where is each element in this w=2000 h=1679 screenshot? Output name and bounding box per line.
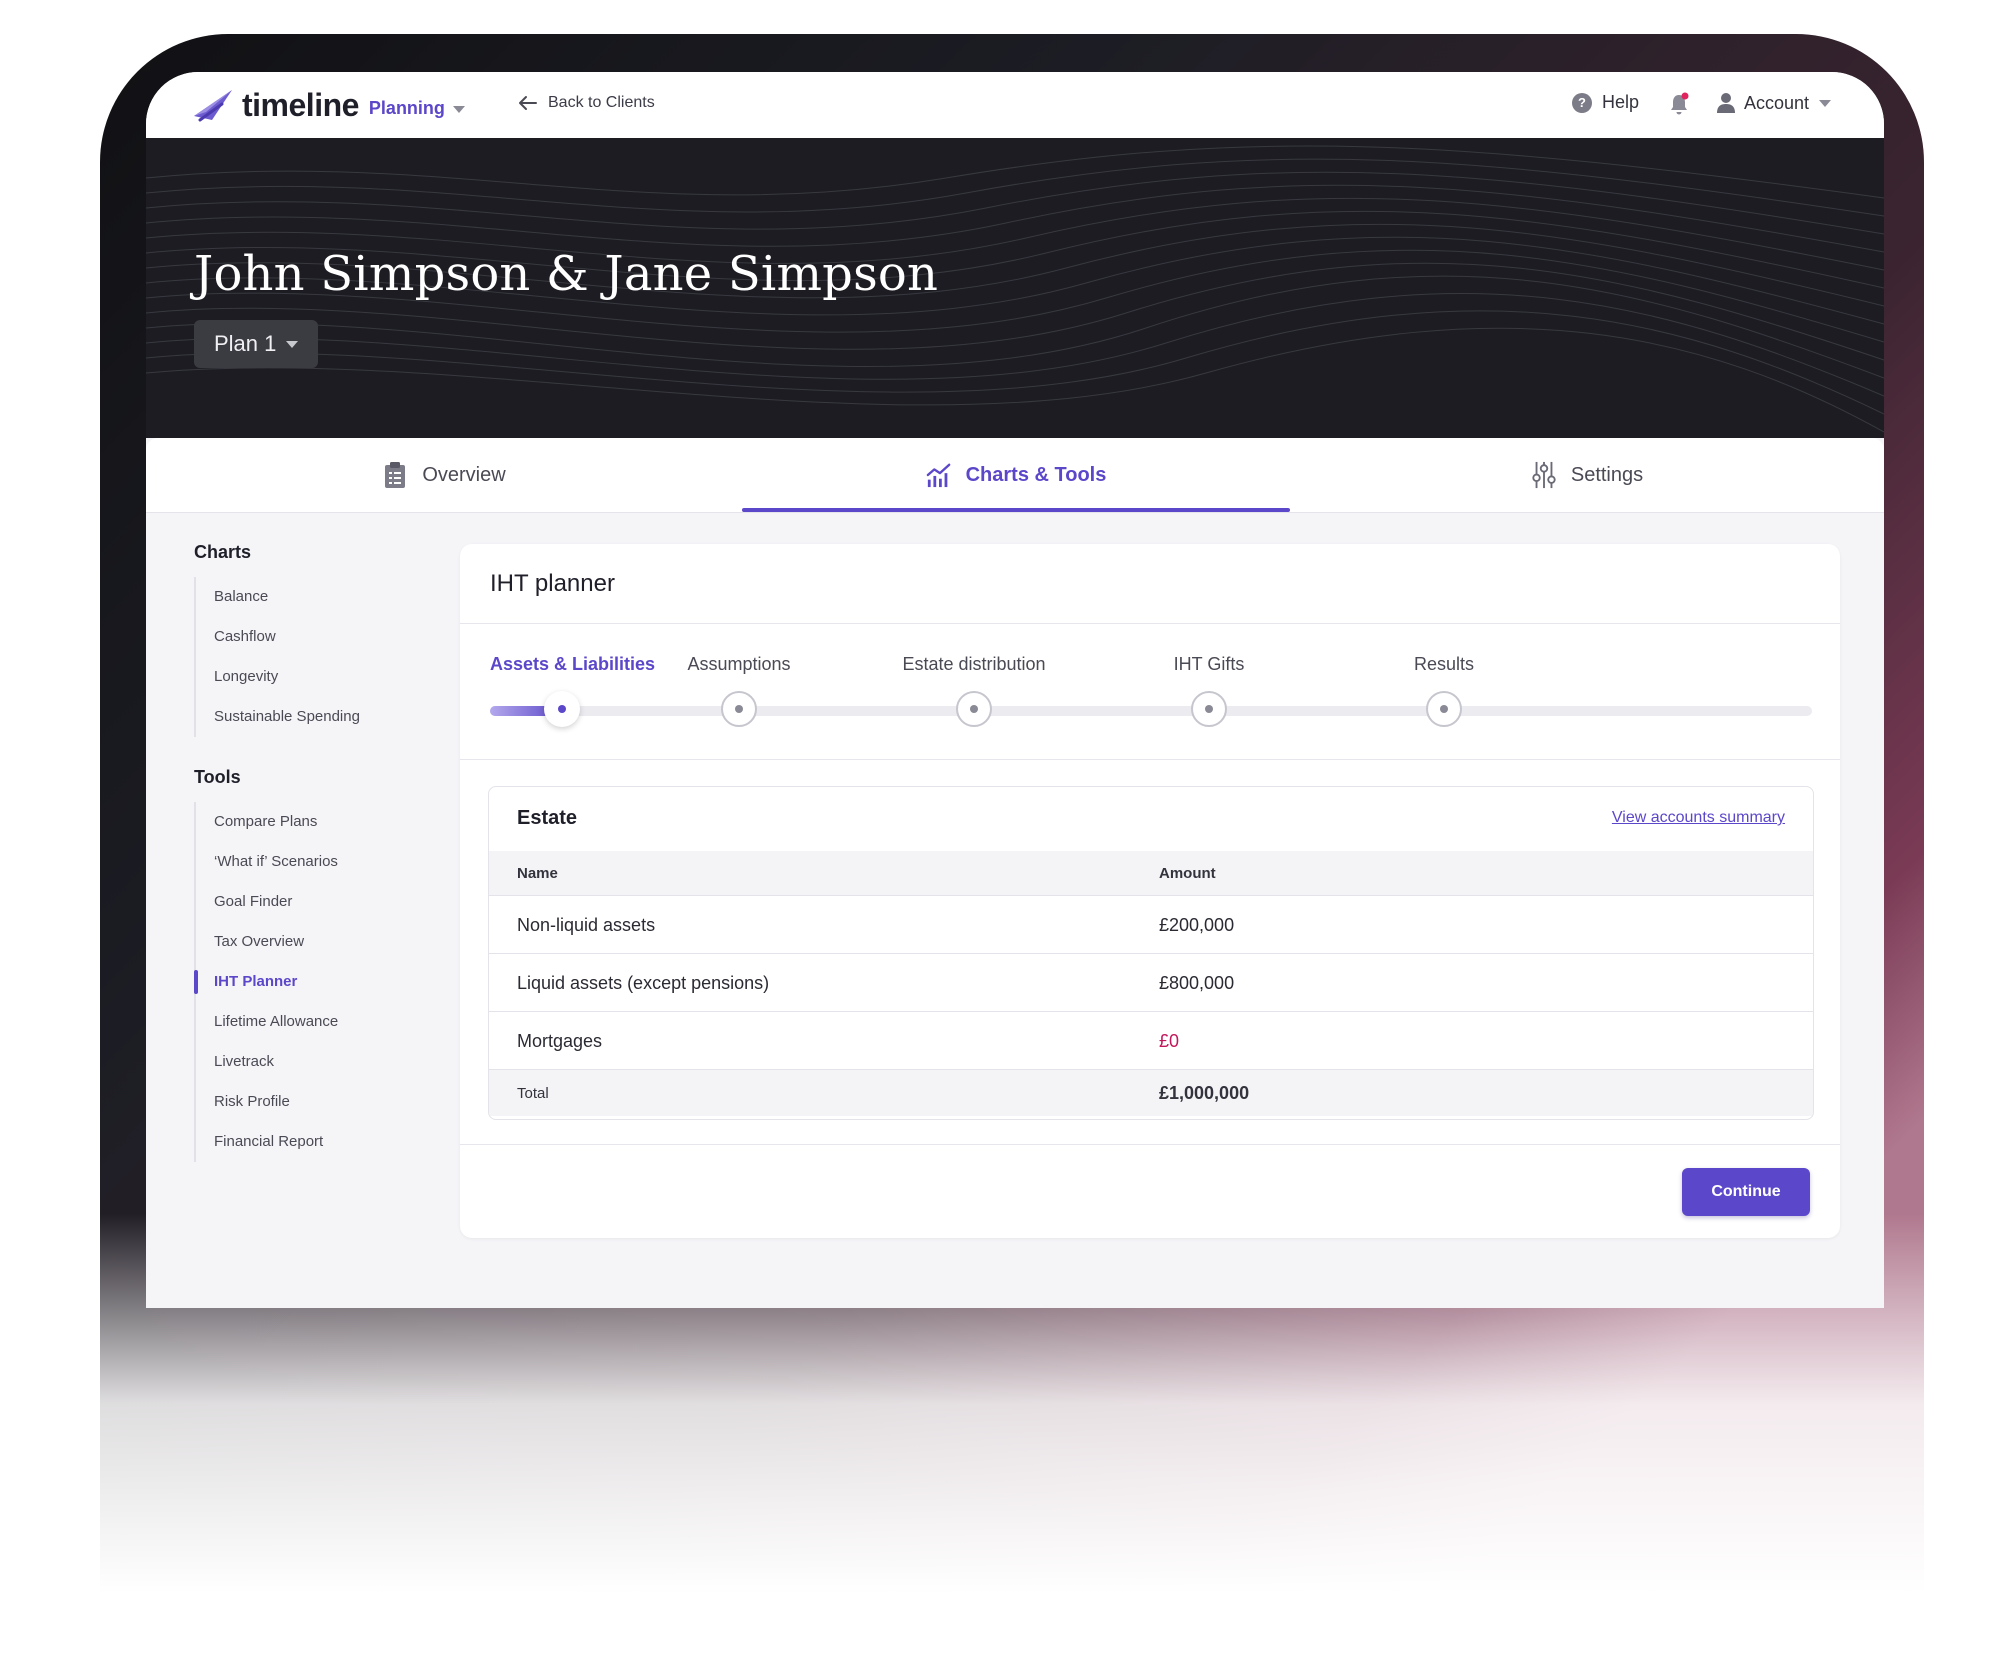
chevron-down-icon — [1819, 99, 1832, 107]
sidebar: Charts Balance Cashflow Longevity Sustai… — [194, 542, 434, 1192]
step-label-iht-gifts[interactable]: IHT Gifts — [1174, 654, 1245, 675]
divider — [460, 623, 1840, 624]
step-dot-assets-liabilities[interactable] — [544, 691, 580, 727]
sidebar-item-lifetime-allowance[interactable]: Lifetime Allowance — [214, 1002, 434, 1042]
tab-label: Settings — [1570, 463, 1644, 486]
help-label: Help — [1602, 92, 1640, 112]
sidebar-heading-tools: Tools — [194, 767, 241, 787]
row-amount: £200,000 — [1159, 914, 1235, 935]
table-row: Non-liquid assets £200,000 — [489, 895, 1813, 954]
divider — [460, 759, 1840, 760]
product-name[interactable]: Planning — [369, 98, 445, 119]
table-header: Name Amount — [489, 851, 1813, 895]
help-button[interactable]: ? Help — [1572, 92, 1639, 113]
table-row: Liquid assets (except pensions) £800,000 — [489, 953, 1813, 1012]
sidebar-item-tax-overview[interactable]: Tax Overview — [214, 922, 434, 962]
sidebar-heading-charts: Charts — [194, 542, 252, 562]
tab-settings[interactable]: Settings — [1290, 438, 1884, 512]
help-icon: ? — [1572, 92, 1592, 113]
total-label: Total — [517, 1084, 549, 1102]
step-dot-iht-gifts[interactable] — [1191, 691, 1227, 727]
sidebar-item-goal-finder[interactable]: Goal Finder — [214, 882, 434, 922]
column-header-amount: Amount — [1159, 864, 1216, 882]
active-tab-indicator — [742, 508, 1290, 512]
brand-logo[interactable]: timeline Planning — [192, 86, 465, 124]
total-amount: £1,000,000 — [1159, 1082, 1250, 1103]
sidebar-group-charts: Balance Cashflow Longevity Sustainable S… — [194, 577, 434, 737]
row-amount: £800,000 — [1159, 972, 1235, 993]
client-header: John Simpson & Jane Simpson Plan 1 — [146, 138, 1884, 438]
account-menu[interactable]: Account — [1716, 92, 1832, 114]
tab-charts-tools[interactable]: Charts & Tools — [742, 438, 1290, 512]
sidebar-item-balance[interactable]: Balance — [214, 577, 434, 617]
chart-icon — [926, 463, 950, 488]
chevron-down-icon — [286, 340, 299, 348]
step-label-estate-distribution[interactable]: Estate distribution — [902, 654, 1045, 675]
client-name-title: John Simpson & Jane Simpson — [194, 246, 939, 302]
step-label-results[interactable]: Results — [1414, 654, 1474, 675]
table-row: Mortgages £0 — [489, 1011, 1813, 1070]
sliders-icon — [1532, 461, 1556, 489]
estate-title: Estate — [517, 807, 578, 829]
arrow-left-icon — [519, 96, 537, 110]
sidebar-item-what-if-scenarios[interactable]: ‘What if’ Scenarios — [214, 842, 434, 882]
iht-planner-card: IHT planner Assets & Liabilities Assumpt… — [460, 544, 1840, 1238]
main-tabs: Overview Charts & Tools Settings — [146, 438, 1884, 513]
continue-button[interactable]: Continue — [1682, 1168, 1810, 1216]
row-name: Non-liquid assets — [517, 914, 656, 935]
sidebar-item-financial-report[interactable]: Financial Report — [214, 1122, 434, 1162]
brand-name: timeline — [242, 86, 359, 123]
plan-label: Plan 1 — [214, 331, 277, 356]
divider — [460, 1144, 1840, 1145]
tab-label: Overview — [422, 463, 506, 486]
step-dot-estate-distribution[interactable] — [956, 691, 992, 727]
tab-label: Charts & Tools — [965, 463, 1107, 486]
step-label-assets-liabilities[interactable]: Assets & Liabilities — [490, 654, 655, 675]
sidebar-group-tools: Compare Plans ‘What if’ Scenarios Goal F… — [194, 802, 434, 1162]
estate-table: Estate View accounts summary Name Amount… — [488, 786, 1814, 1120]
row-amount: £0 — [1159, 1030, 1180, 1051]
sidebar-item-livetrack[interactable]: Livetrack — [214, 1042, 434, 1082]
table-total-row: Total £1,000,000 — [489, 1069, 1813, 1116]
sidebar-item-cashflow[interactable]: Cashflow — [214, 617, 434, 657]
step-dot-assumptions[interactable] — [721, 691, 757, 727]
sidebar-item-iht-planner[interactable]: IHT Planner — [194, 962, 434, 1002]
step-dot-results[interactable] — [1426, 691, 1462, 727]
plan-selector[interactable]: Plan 1 — [194, 320, 319, 368]
sidebar-item-sustainable-spending[interactable]: Sustainable Spending — [214, 697, 434, 737]
bell-icon[interactable] — [1668, 92, 1690, 116]
back-to-clients-link[interactable]: Back to Clients — [518, 94, 655, 112]
clipboard-icon — [385, 462, 406, 488]
view-accounts-summary-link[interactable]: View accounts summary — [1612, 809, 1785, 827]
stepper-track — [490, 706, 1812, 716]
chevron-down-icon[interactable] — [452, 105, 465, 113]
sidebar-item-compare-plans[interactable]: Compare Plans — [214, 802, 434, 842]
user-icon — [1717, 93, 1735, 113]
step-label-assumptions[interactable]: Assumptions — [687, 654, 790, 675]
timeline-logo-icon — [194, 90, 232, 122]
row-name: Mortgages — [517, 1030, 603, 1051]
row-name: Liquid assets (except pensions) — [517, 972, 770, 993]
card-title: IHT planner — [490, 570, 615, 597]
account-label: Account — [1744, 92, 1810, 113]
stepper: Assets & Liabilities Assumptions Estate … — [490, 654, 1812, 744]
sidebar-item-longevity[interactable]: Longevity — [214, 657, 434, 697]
app-screen: timeline Planning Back to Clients ? Help… — [146, 72, 1884, 1308]
back-label: Back to Clients — [548, 94, 655, 111]
column-header-name: Name — [517, 864, 558, 882]
sidebar-item-risk-profile[interactable]: Risk Profile — [214, 1082, 434, 1122]
top-bar: timeline Planning Back to Clients ? Help… — [146, 72, 1884, 138]
tab-overview[interactable]: Overview — [146, 438, 742, 512]
